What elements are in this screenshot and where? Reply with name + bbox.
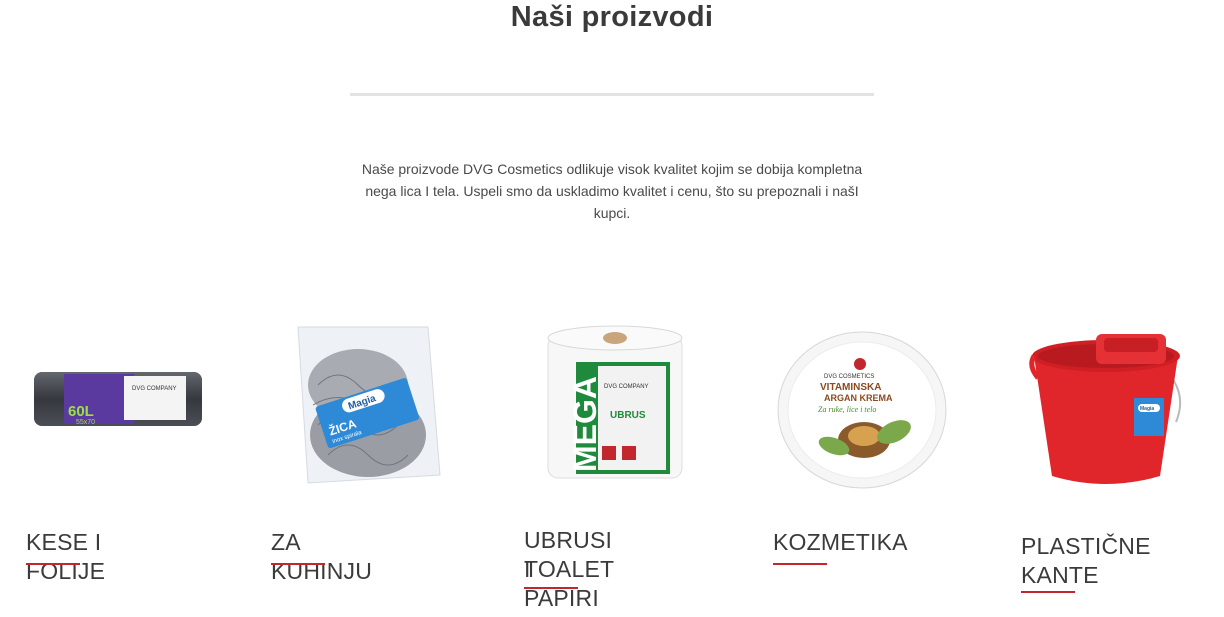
product-name-plasticne-line1[interactable]: PLASTIČNE: [1021, 532, 1151, 561]
product-image-paper-towel[interactable]: MEGA DVG COMPANY UBRUS: [540, 322, 690, 486]
bag-label-text: 60L: [68, 403, 94, 420]
svg-text:Za ruke, lice i telo: Za ruke, lice i telo: [818, 405, 876, 414]
svg-text:DVG COSMETICS: DVG COSMETICS: [824, 374, 874, 380]
product-underline: [524, 587, 578, 589]
section-title: Naši proizvodi: [510, 1, 714, 33]
product-image-garbage-bags[interactable]: 60L DVG COMPANY 55x70: [28, 360, 208, 440]
product-name-kozmetika[interactable]: KOZMETIKA: [773, 528, 908, 557]
product-name-za-kuhinju[interactable]: ZA KUHINJU: [271, 528, 372, 586]
svg-text:VITAMINSKA: VITAMINSKA: [820, 382, 881, 393]
product-underline: [271, 563, 325, 565]
product-underline: [1021, 591, 1075, 593]
product-image-red-bucket[interactable]: Magia: [1026, 326, 1186, 490]
product-name-kese-i-folije[interactable]: KESE I FOLIJE: [26, 528, 105, 586]
product-name-plasticne-line2[interactable]: KANTE: [1021, 561, 1099, 590]
svg-text:DVG COMPANY: DVG COMPANY: [132, 386, 177, 392]
svg-text:Magia: Magia: [1140, 406, 1154, 412]
towel-brand-text: MEGA: [567, 376, 603, 472]
svg-text:55x70: 55x70: [76, 419, 95, 426]
product-underline: [773, 563, 827, 565]
product-image-cream-jar[interactable]: DVG COSMETICS VITAMINSKA ARGAN KREMA Za …: [774, 328, 950, 490]
svg-text:ARGAN KREMA: ARGAN KREMA: [824, 393, 893, 403]
title-divider: [350, 93, 874, 96]
product-name-ubrusi-line2[interactable]: TOALET PAPIRI: [524, 555, 614, 613]
section-description: Naše proizvode DVG Cosmetics odlikuje vi…: [361, 161, 863, 221]
svg-text:DVG COMPANY: DVG COMPANY: [604, 384, 649, 390]
svg-text:UBRUS: UBRUS: [610, 410, 646, 421]
product-underline: [26, 563, 80, 565]
product-image-steel-scrubber[interactable]: Magia ŽICA inox spirala: [288, 325, 448, 487]
